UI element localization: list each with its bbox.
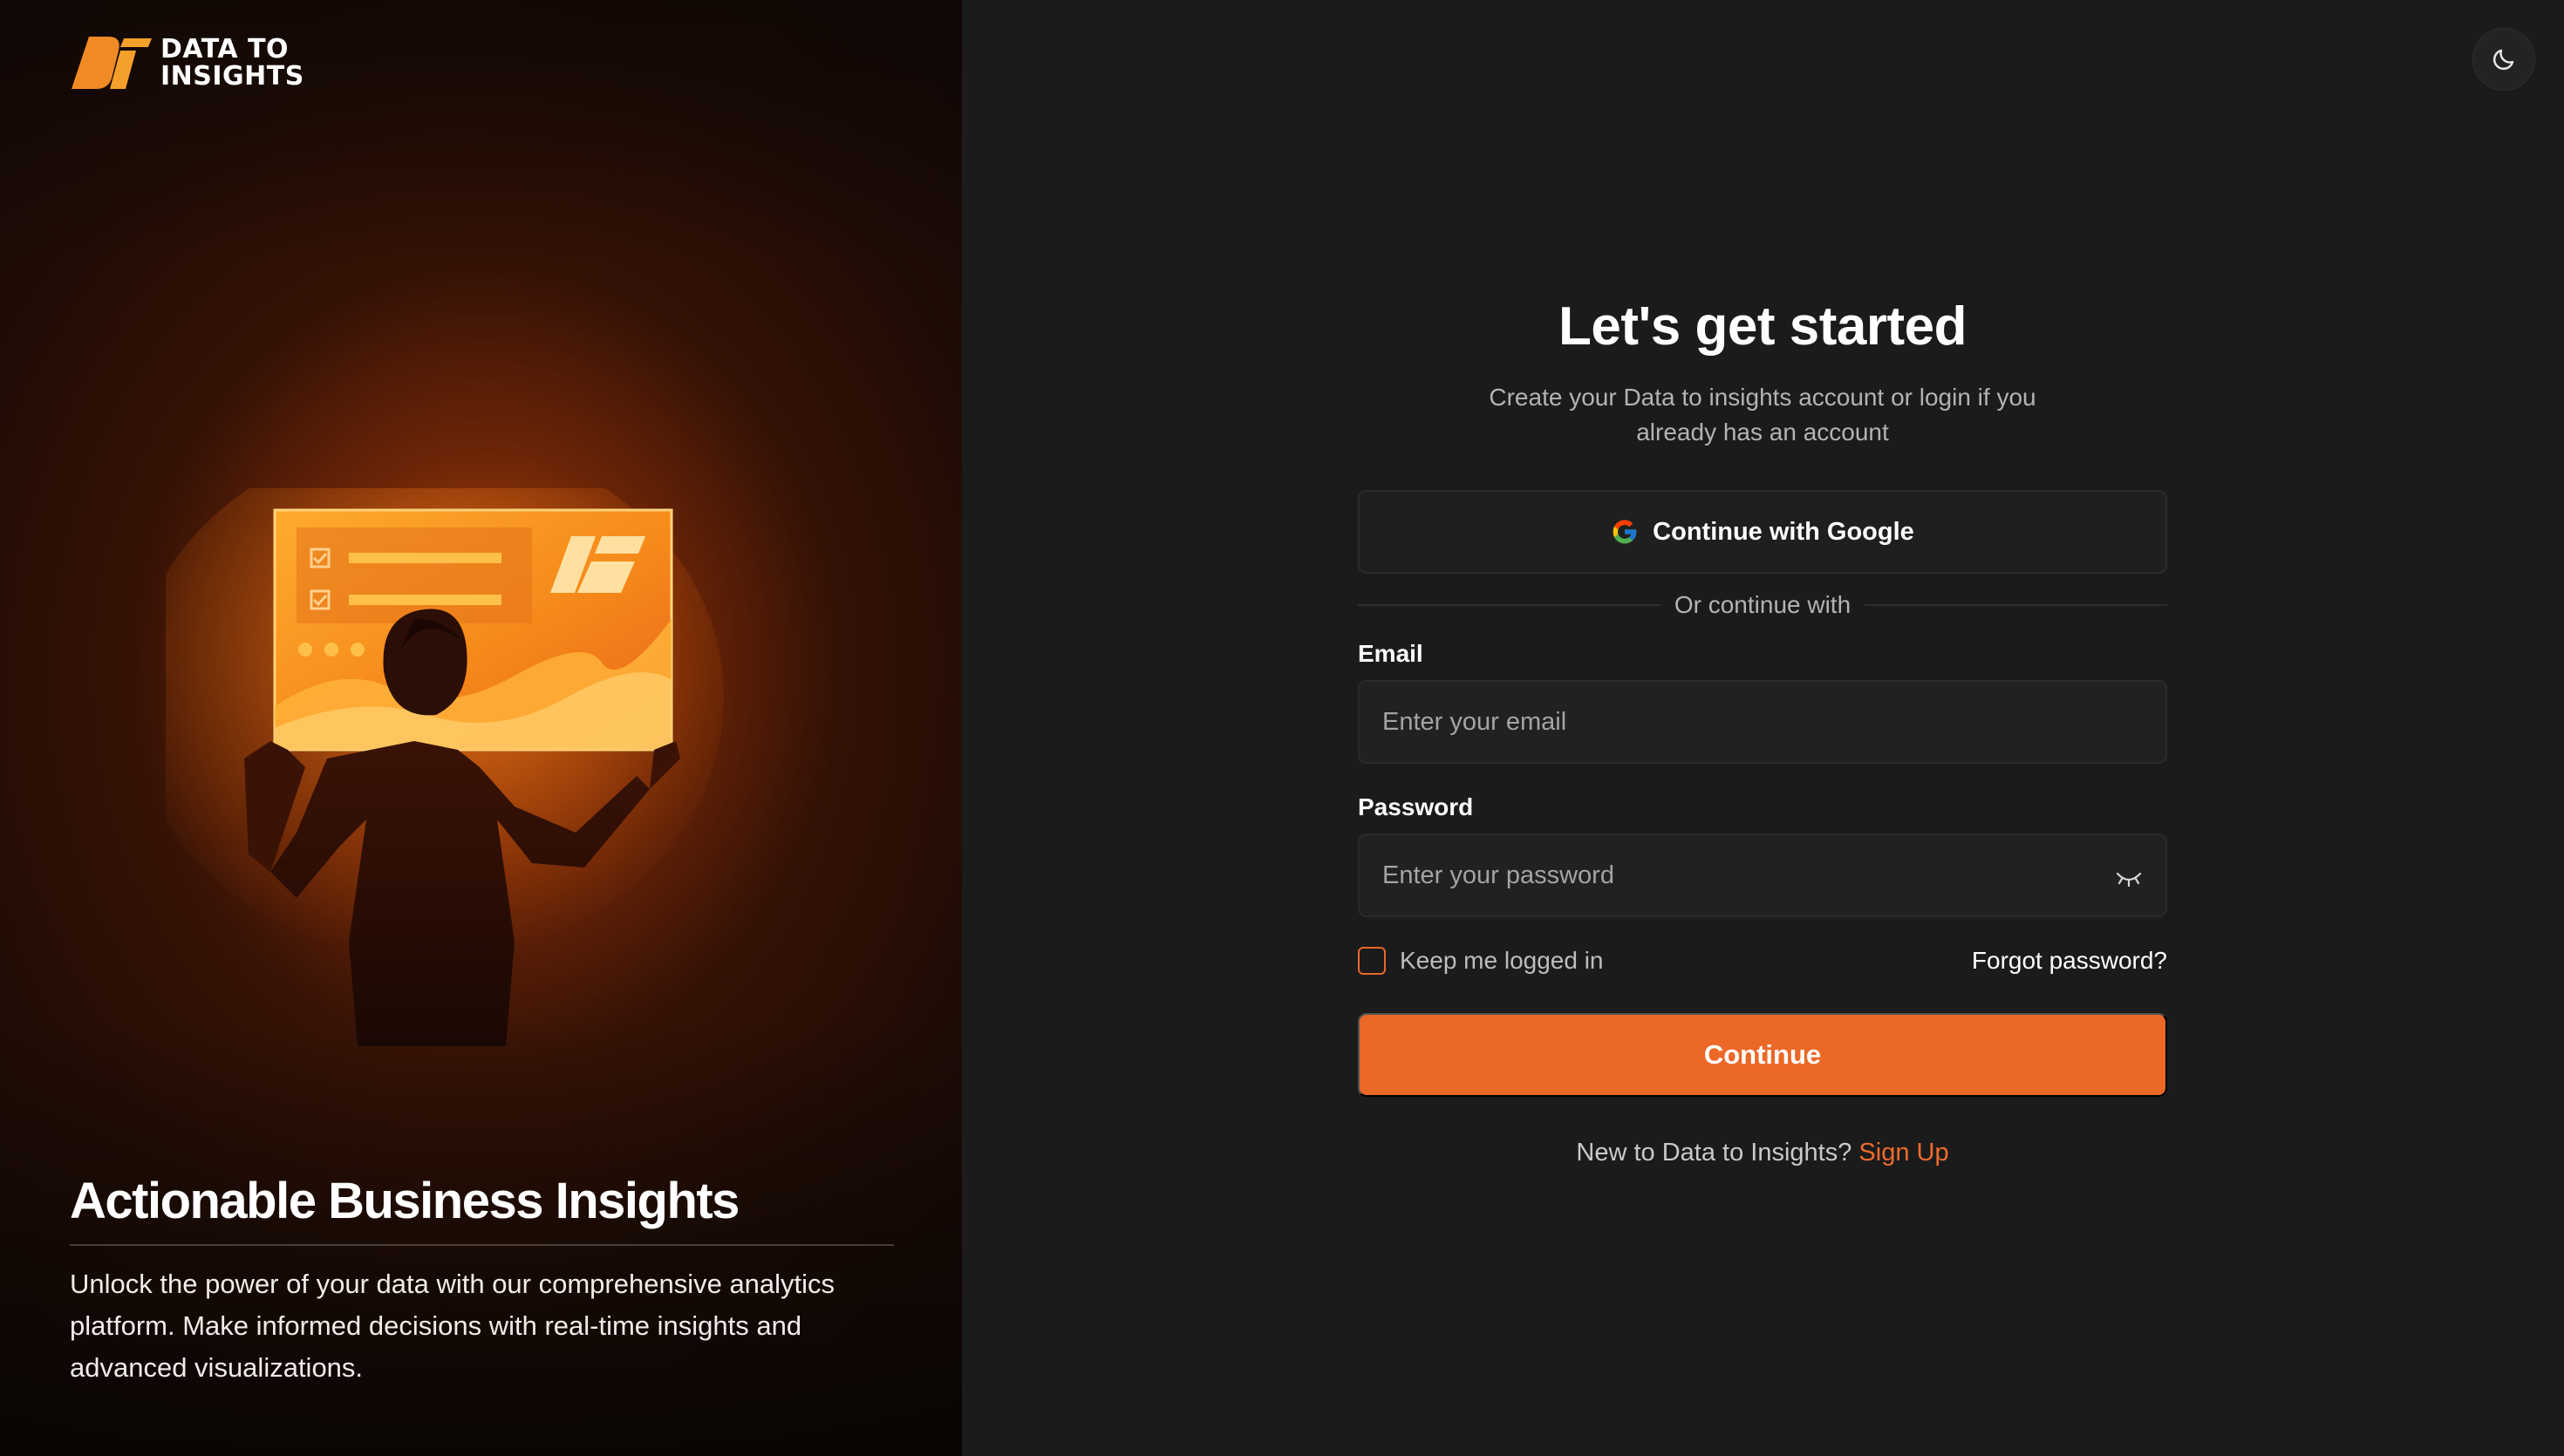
- form-options: Keep me logged in Forgot password?: [1358, 943, 2167, 978]
- hero-divider: [70, 1244, 894, 1246]
- eye-closed-icon[interactable]: [2115, 865, 2143, 889]
- google-button-label: Continue with Google: [1653, 517, 1914, 546]
- email-placeholder: Enter your email: [1382, 707, 1567, 736]
- signup-link[interactable]: Sign Up: [1858, 1139, 1948, 1167]
- theme-toggle-button[interactable]: [2472, 28, 2535, 91]
- auth-subtitle: Create your Data to insights account or …: [1489, 384, 2036, 446]
- hero-panel: DATA TO INSIGHTS Actionable Business Ins…: [0, 0, 962, 1456]
- google-signin-button[interactable]: Continue with Google: [1358, 490, 2167, 574]
- hero-illustration: [166, 488, 724, 1046]
- divider-line-left: [1358, 604, 1660, 606]
- email-label: Email: [1358, 640, 1423, 667]
- signup-row: New to Data to Insights? Sign Up: [1358, 1139, 2167, 1167]
- brand-line-2: INSIGHTS: [160, 61, 304, 92]
- brand-mark-icon: [72, 37, 152, 89]
- brand-line-1: DATA TO: [160, 34, 290, 65]
- divider-line-right: [1865, 604, 2168, 606]
- moon-icon: [2492, 49, 2514, 71]
- or-divider: Or continue with: [1358, 589, 2168, 621]
- password-placeholder: Enter your password: [1382, 861, 1614, 889]
- continue-button[interactable]: Continue: [1358, 1013, 2167, 1097]
- remember-me[interactable]: Keep me logged in: [1358, 947, 1604, 975]
- hero-description: Unlock the power of your data with our c…: [70, 1269, 835, 1383]
- google-icon: [1613, 520, 1637, 544]
- remember-label: Keep me logged in: [1400, 947, 1604, 974]
- signup-prompt: New to Data to Insights?: [1576, 1139, 1852, 1167]
- divider-label: Or continue with: [1674, 591, 1851, 618]
- email-field[interactable]: Enter your email: [1358, 680, 2167, 764]
- hero-copy: Actionable Business Insights Unlock the …: [70, 1164, 894, 1389]
- remember-checkbox[interactable]: [1358, 947, 1386, 975]
- auth-form: Let's get started Create your Data to in…: [1358, 279, 2168, 1167]
- brand-wordmark: DATA TO INSIGHTS: [160, 36, 304, 90]
- forgot-password-link[interactable]: Forgot password?: [1972, 947, 2167, 975]
- auth-title: Let's get started: [1558, 296, 1967, 357]
- brand-logo[interactable]: DATA TO INSIGHTS: [70, 35, 304, 91]
- password-field[interactable]: Enter your password: [1358, 833, 2167, 917]
- login-page: DATA TO INSIGHTS Actionable Business Ins…: [0, 0, 2564, 1456]
- hero-title: Actionable Business Insights: [70, 1173, 740, 1229]
- password-label: Password: [1358, 793, 1474, 820]
